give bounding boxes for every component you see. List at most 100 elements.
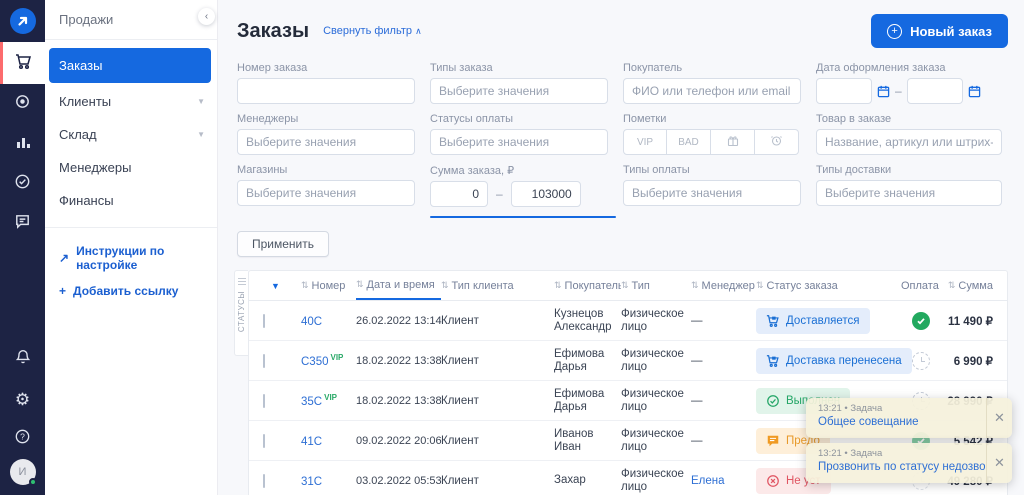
avatar-letter: И	[19, 466, 27, 478]
rail-item-orders[interactable]	[0, 42, 45, 84]
order-number-link[interactable]: 40C	[301, 316, 324, 328]
payment-types-select[interactable]	[623, 180, 801, 206]
divider	[45, 227, 217, 228]
col-header-number[interactable]: ⇅Номер	[301, 271, 356, 300]
delivery-types-select[interactable]	[816, 180, 1002, 206]
mark-vip-button[interactable]: VIP	[623, 129, 667, 155]
add-link-button[interactable]: + Добавить ссылку	[45, 276, 217, 302]
bulk-select-dropdown[interactable]: ▼	[249, 271, 301, 300]
sidebar-item-managers[interactable]: Менеджеры	[45, 151, 217, 184]
managers-select[interactable]	[237, 129, 415, 155]
customer-input[interactable]	[623, 78, 801, 104]
row-checkbox[interactable]	[263, 394, 265, 408]
statuses-side-tab[interactable]: СТАТУСЫ	[234, 270, 248, 356]
divider	[45, 39, 217, 40]
calendar-icon[interactable]	[877, 85, 890, 98]
collapse-filter-link[interactable]: Свернуть фильтр ∧	[323, 25, 422, 37]
close-icon[interactable]: ✕	[986, 398, 1012, 438]
sidebar-item-label: Заказы	[59, 58, 102, 73]
apply-filter-button[interactable]: Применить	[237, 231, 329, 257]
row-checkbox[interactable]	[263, 434, 265, 448]
filter-payment-statuses: Статусы оплаты	[430, 113, 608, 155]
app-logo[interactable]	[0, 0, 45, 42]
range-separator: –	[895, 84, 902, 98]
sidebar-item-clients[interactable]: Клиенты ▼	[45, 85, 217, 118]
table-row[interactable]: C350VIP 18.02.2022 13:38 Клиент Ефимова …	[249, 341, 1007, 381]
order-number-link[interactable]: 31C	[301, 476, 324, 488]
payment-statuses-select[interactable]	[430, 129, 608, 155]
calendar-icon[interactable]	[968, 85, 981, 98]
sort-icon: ⇅	[756, 280, 764, 291]
sidebar-item-warehouse[interactable]: Склад ▼	[45, 118, 217, 151]
check-circle-icon	[13, 172, 32, 196]
col-header-manager[interactable]: ⇅Менеджер	[691, 271, 756, 300]
delivery-cart-icon	[766, 354, 780, 368]
date-to-input[interactable]	[907, 78, 963, 104]
online-status-dot	[29, 478, 37, 486]
rail-item-notifications[interactable]	[0, 339, 45, 379]
field-label: Дата оформления заказа	[816, 62, 1008, 74]
sum-max-input[interactable]	[511, 181, 581, 207]
field-label: Типы доставки	[816, 164, 1008, 176]
filter-shops: Магазины	[237, 164, 415, 218]
rail-item-analytics[interactable]	[0, 124, 45, 164]
mark-gift-button[interactable]	[711, 129, 755, 155]
col-header-client-type[interactable]: ⇅Тип клиента	[441, 271, 554, 300]
rail-item-chats[interactable]	[0, 204, 45, 244]
col-header-customer[interactable]: ⇅Покупатель	[554, 271, 621, 300]
rail-item-tasks[interactable]	[0, 164, 45, 204]
col-header-datetime[interactable]: ⇅Дата и время	[356, 271, 441, 300]
status-badge[interactable]: Доставляется	[756, 308, 870, 334]
link-label: Добавить ссылку	[73, 284, 178, 298]
plus-circle-icon: +	[887, 24, 902, 39]
rail-item-help[interactable]: ?	[0, 419, 45, 459]
close-icon[interactable]: ✕	[986, 443, 1012, 483]
col-header-status[interactable]: ⇅Статус заказа	[756, 271, 901, 300]
order-number-link[interactable]: 35CVIP	[301, 396, 337, 408]
product-input[interactable]	[816, 129, 1002, 155]
rail-item-settings[interactable]: ⚙	[0, 379, 45, 419]
task-toast[interactable]: 13:21 • Задача Общее совещание ✕	[806, 398, 1012, 438]
order-sum: 11 490 ₽	[941, 314, 1007, 328]
sidebar-item-orders[interactable]: Заказы	[49, 48, 211, 83]
filter-order-types: Типы заказа	[430, 62, 608, 104]
user-avatar[interactable]: И	[10, 459, 36, 485]
order-number-input[interactable]	[237, 78, 415, 104]
row-checkbox[interactable]	[263, 474, 265, 488]
chevron-down-icon: ▼	[197, 130, 205, 139]
link-label: Инструкции по настройке	[76, 244, 209, 272]
vip-badge: VIP	[331, 353, 344, 362]
person-type: Физическое лицо	[621, 388, 691, 414]
order-number-link[interactable]: C350VIP	[301, 356, 343, 368]
status-badge[interactable]: Доставка перенесена	[756, 348, 912, 374]
row-checkbox[interactable]	[263, 354, 265, 368]
col-header-type[interactable]: ⇅Тип	[621, 271, 691, 300]
sidebar-collapse-button[interactable]: ‹	[198, 8, 215, 25]
customer-name: Иванов Иван	[554, 428, 621, 454]
sum-min-input[interactable]	[430, 181, 488, 207]
sidebar-item-finance[interactable]: Финансы	[45, 184, 217, 217]
customer-name: Ефимова Дарья	[554, 348, 621, 374]
sort-icon: ⇅	[356, 279, 364, 290]
manager-link[interactable]: Елена	[691, 475, 725, 487]
instructions-link[interactable]: ↗ Инструкции по настройке	[45, 236, 217, 276]
row-checkbox[interactable]	[263, 314, 265, 328]
toast-title-link[interactable]: Прозвонить по статусу недозвон	[818, 461, 978, 473]
task-toast[interactable]: 13:21 • Задача Прозвонить по статусу нед…	[806, 443, 1012, 483]
mark-alarm-button[interactable]	[755, 129, 799, 155]
order-number-link[interactable]: 41C	[301, 436, 324, 448]
shops-select[interactable]	[237, 180, 415, 206]
page-title: Заказы	[237, 20, 309, 43]
new-order-button[interactable]: + Новый заказ	[871, 14, 1008, 48]
rail-item-geo[interactable]	[0, 84, 45, 124]
new-order-label: Новый заказ	[910, 24, 992, 39]
mark-bad-button[interactable]: BAD	[667, 129, 711, 155]
col-header-sum[interactable]: ⇅Сумма	[941, 271, 1007, 300]
table-row[interactable]: 40C 26.02.2022 13:14 Клиент Кузнецов Але…	[249, 301, 1007, 341]
order-types-select[interactable]	[430, 78, 608, 104]
order-datetime: 09.02.2022 20:06	[356, 435, 441, 447]
fail-cross-icon	[766, 474, 780, 488]
date-from-input[interactable]	[816, 78, 872, 104]
toast-title-link[interactable]: Общее совещание	[818, 416, 978, 428]
sum-range-slider[interactable]	[430, 216, 616, 218]
